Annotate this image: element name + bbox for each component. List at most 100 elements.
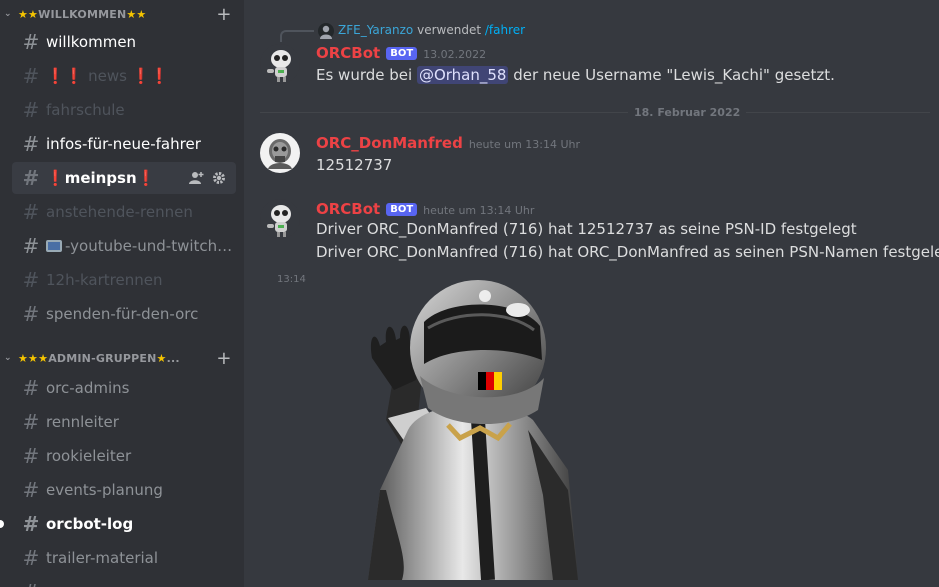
- message-content: Driver ORC_DonManfred (716) hat ORC_DonM…: [316, 243, 939, 261]
- hash-icon: #: [22, 376, 40, 400]
- channel-name: spenden-für-den-orc: [46, 305, 199, 323]
- tv-icon: [46, 240, 62, 252]
- channel-trailer-material[interactable]: # trailer-material: [12, 542, 236, 574]
- hash-icon: #: [18, 580, 44, 587]
- channel-infos-fuer-neue-fahrer[interactable]: # infos-für-neue-fahrer: [12, 128, 236, 160]
- hash-icon: #: [22, 200, 40, 224]
- message-timestamp: heute um 13:14 Uhr: [423, 204, 535, 217]
- category-label: WILLKOMMEN: [38, 7, 127, 21]
- message-header: ORCBot BOT heute um 13:14 Uhr: [316, 200, 534, 218]
- channel-sidebar: ⌄ ★★WILLKOMMEN★★ + # willkommen # ❗❗ new…: [0, 0, 244, 587]
- hash-icon: #: [22, 268, 40, 292]
- channel-name: -youtube-und-twitch-...: [65, 237, 236, 255]
- message-content: Driver ORC_DonManfred (716) hat 12512737…: [316, 220, 857, 238]
- category-willkommen[interactable]: ⌄ ★★WILLKOMMEN★★ +: [0, 4, 244, 25]
- exclamation-icon: ❗❗: [131, 67, 170, 85]
- hash-icon: #: [22, 132, 40, 156]
- orcbot-avatar-icon: [260, 44, 300, 84]
- hash-icon: #: [22, 478, 40, 502]
- message-content: 12512737: [316, 156, 393, 174]
- star-icon: ★★★: [18, 351, 49, 365]
- message-content: Es wurde bei @Orhan_58 der neue Username…: [316, 66, 835, 84]
- avatar[interactable]: [260, 199, 300, 239]
- hash-icon: #: [22, 512, 40, 536]
- category-admin-gruppen[interactable]: ⌄ ★★★ADMIN-GRUPPEN★... +: [0, 348, 244, 369]
- channel-name: willkommen: [46, 33, 137, 51]
- skull-avatar-icon: [260, 133, 300, 173]
- gear-icon[interactable]: [212, 171, 226, 185]
- bot-badge: BOT: [386, 203, 418, 216]
- hash-icon: #: [22, 546, 40, 570]
- reply-spine: [280, 30, 314, 42]
- channel-rookieleiter[interactable]: # rookieleiter: [12, 440, 236, 472]
- reply-command[interactable]: /fahrer: [485, 23, 525, 37]
- channel-willkommen[interactable]: # willkommen: [12, 26, 236, 58]
- channel-12h-kartrennen[interactable]: # 12h-kartrennen: [12, 264, 236, 296]
- channel-orcbot-log[interactable]: # orcbot-log: [12, 508, 236, 540]
- channel-name: infos-für-neue-fahrer: [46, 135, 201, 153]
- channel-spenden-fuer-den-orc[interactable]: # spenden-für-den-orc: [12, 298, 236, 330]
- channel-name: fahrschule: [46, 101, 125, 119]
- channel-name: rennleiter: [46, 413, 119, 431]
- author-name[interactable]: ORCBot: [316, 200, 380, 218]
- message-timestamp: 13.02.2022: [423, 48, 487, 61]
- author-name[interactable]: ORCBot: [316, 44, 380, 62]
- channel-name: orc-admins: [46, 379, 130, 397]
- reply-verb: verwendet: [417, 23, 482, 37]
- hash-icon: #: [22, 302, 40, 326]
- add-channel-icon[interactable]: +: [212, 4, 236, 25]
- channel-name: trailer-material: [46, 549, 159, 567]
- channel-youtube-und-twitch[interactable]: # -youtube-und-twitch-...: [12, 230, 236, 262]
- hash-icon: #: [22, 234, 40, 258]
- exclamation-icon: ❗: [136, 169, 156, 187]
- add-member-icon[interactable]: [189, 171, 204, 185]
- chevron-down-icon: ⌄: [4, 9, 12, 19]
- channel-name: news: [88, 67, 127, 85]
- author-name[interactable]: ORC_DonManfred: [316, 134, 463, 152]
- hash-icon: #: [22, 410, 40, 434]
- reply-user[interactable]: ZFE_Yaranzo: [338, 23, 413, 37]
- date-divider: [260, 112, 930, 113]
- channel-name: meinpsn: [64, 169, 137, 187]
- racing-driver-waving-sticker[interactable]: [328, 280, 598, 580]
- category-label: ADMIN-GRUPPEN: [48, 351, 157, 365]
- message-header: ORC_DonManfred heute um 13:14 Uhr: [316, 134, 580, 152]
- channel-name: 12h-kartrennen: [46, 271, 163, 289]
- channel-news[interactable]: # ❗❗ news ❗❗: [12, 60, 236, 92]
- channel-name: rookieleiter: [46, 447, 132, 465]
- message-timestamp: heute um 13:14 Uhr: [468, 138, 581, 151]
- channel-orc-admins[interactable]: # orc-admins: [12, 372, 236, 404]
- hash-icon: #: [22, 64, 40, 88]
- add-channel-icon[interactable]: +: [212, 348, 236, 369]
- exclamation-icon: ❗: [46, 169, 65, 187]
- channel-rennleiter[interactable]: # rennleiter: [12, 406, 236, 438]
- hash-icon: #: [22, 166, 40, 190]
- chevron-down-icon: ⌄: [4, 353, 12, 363]
- avatar[interactable]: [260, 133, 300, 173]
- channel-events-planung[interactable]: # events-planung: [12, 474, 236, 506]
- message-header: ORCBot BOT 13.02.2022: [316, 44, 486, 62]
- avatar: [318, 23, 334, 39]
- hash-icon: #: [22, 444, 40, 468]
- channel-partial[interactable]: #: [12, 576, 236, 587]
- bot-badge: BOT: [386, 47, 418, 60]
- date-divider-label: 18. Februar 2022: [628, 106, 747, 119]
- orcbot-avatar-icon: [260, 199, 300, 239]
- message-hover-timestamp: 13:14: [277, 274, 306, 285]
- hash-icon: #: [22, 30, 40, 54]
- discord-window: ⌄ ★★WILLKOMMEN★★ + # willkommen # ❗❗ new…: [0, 0, 939, 587]
- user-mention[interactable]: @Orhan_58: [416, 66, 509, 84]
- star-icon: ★★: [126, 7, 147, 21]
- channel-meinpsn[interactable]: # ❗meinpsn❗: [12, 162, 236, 194]
- channel-name: orcbot-log: [46, 515, 134, 533]
- channel-name: events-planung: [46, 481, 163, 499]
- channel-name: anstehende-rennen: [46, 203, 193, 221]
- star-icon: ★: [156, 351, 167, 365]
- channel-fahrschule[interactable]: # fahrschule: [12, 94, 236, 126]
- channel-anstehende-rennen[interactable]: # anstehende-rennen: [12, 196, 236, 228]
- avatar[interactable]: [260, 44, 300, 84]
- hash-icon: #: [22, 98, 40, 122]
- exclamation-icon: ❗❗: [46, 67, 84, 85]
- star-icon: ★★: [18, 7, 39, 21]
- unread-indicator: [0, 520, 4, 528]
